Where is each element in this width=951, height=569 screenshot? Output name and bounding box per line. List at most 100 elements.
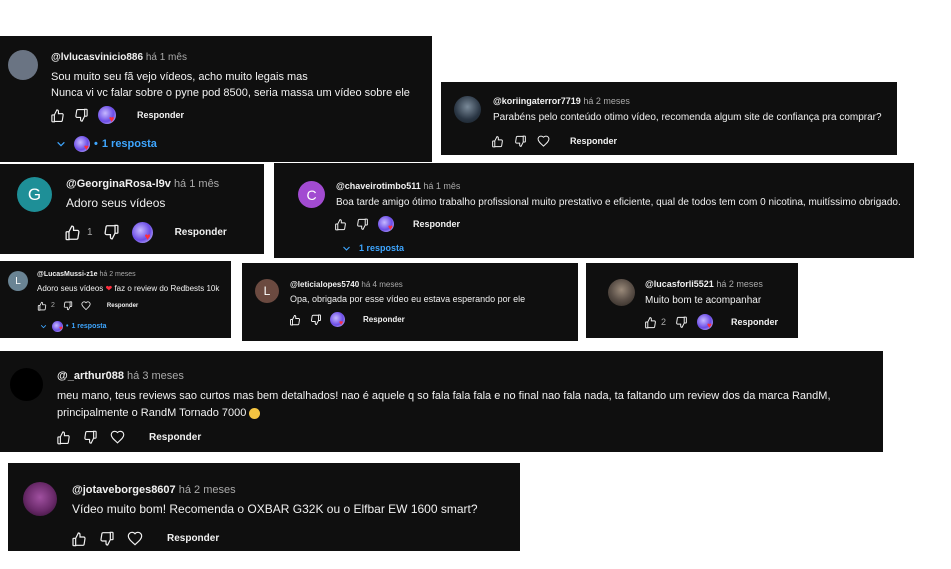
comment-time[interactable]: há 4 meses xyxy=(361,280,402,289)
comment-text: meu mano, teus reviews sao curtos mas be… xyxy=(57,388,831,422)
reply-button[interactable]: Responder xyxy=(137,110,184,120)
thumb-up-icon[interactable] xyxy=(289,314,301,326)
comment-line: Nunca vi vc falar sobre o pyne pod 8500,… xyxy=(51,87,410,99)
comment-line: Sou muito seu fã vejo vídeos, acho muito… xyxy=(51,71,308,83)
replies-count[interactable]: 1 resposta xyxy=(102,138,157,150)
heart-icon[interactable] xyxy=(127,531,143,547)
thumb-down-icon[interactable] xyxy=(99,531,115,547)
heart-icon[interactable] xyxy=(110,430,125,445)
comment-author[interactable]: @chaveirotimbo511 xyxy=(336,181,421,191)
chevron-down-icon xyxy=(40,325,47,329)
replies-count[interactable]: 1 resposta xyxy=(359,243,404,253)
comment-card: @lvlucasvinicio886 há 1 mês Sou muito se… xyxy=(0,36,432,162)
comment-text: Opa, obrigada por esse vídeo eu estava e… xyxy=(290,294,526,304)
thumb-up-icon[interactable] xyxy=(64,224,81,241)
creator-heart-icon: ♥ xyxy=(98,106,116,124)
thumb-up-icon[interactable] xyxy=(56,430,71,445)
avatar[interactable] xyxy=(8,50,38,80)
reply-button[interactable]: Responder xyxy=(413,219,460,229)
comment-card: @lucasforli5521 há 2 meses Muito bom te … xyxy=(586,263,798,338)
thumb-up-icon[interactable] xyxy=(491,135,504,148)
thumb-up-icon[interactable] xyxy=(37,301,47,311)
thumb-up-icon[interactable] xyxy=(334,218,347,231)
comment-actions: ♥ Responder xyxy=(289,312,405,327)
comment-header: @leticialopes5740 há 4 meses xyxy=(290,280,403,289)
replies-count[interactable]: 1 resposta xyxy=(71,323,106,330)
reply-button[interactable]: Responder xyxy=(731,317,778,327)
comment-author[interactable]: @GeorginaRosa-l9v xyxy=(66,178,171,190)
comment-author[interactable]: @jotaveborges8607 xyxy=(72,484,176,496)
heart-icon[interactable] xyxy=(81,300,91,311)
comment-card: C @chaveirotimbo511 há 1 mês Boa tarde a… xyxy=(274,163,914,258)
avatar-letter: C xyxy=(306,186,317,203)
thumb-down-icon[interactable] xyxy=(103,224,120,241)
heart-icon[interactable] xyxy=(537,135,550,148)
thumb-down-icon[interactable] xyxy=(83,430,98,445)
thumb-down-icon[interactable] xyxy=(63,300,73,311)
comment-text: Vídeo muito bom! Recomenda o OXBAR G32K … xyxy=(72,502,478,516)
reply-button[interactable]: Responder xyxy=(175,227,227,238)
view-replies-button[interactable]: 1 resposta xyxy=(342,243,404,253)
comment-card: L @leticialopes5740 há 4 meses Opa, obri… xyxy=(242,263,578,341)
comment-card: G @GeorginaRosa-l9v há 1 mês Adoro seus … xyxy=(0,164,264,254)
thumb-up-icon[interactable] xyxy=(50,108,65,123)
thumb-down-icon[interactable] xyxy=(514,135,527,148)
avatar[interactable] xyxy=(10,368,43,401)
reply-button[interactable]: Responder xyxy=(149,432,201,443)
thumb-up-icon[interactable] xyxy=(644,316,657,329)
avatar[interactable]: L xyxy=(255,279,279,303)
comment-text: Parabéns pelo conteúdo otimo vídeo, reco… xyxy=(493,112,882,123)
view-replies-button[interactable]: ♥ • 1 resposta xyxy=(40,321,106,332)
avatar[interactable]: L xyxy=(8,271,28,291)
avatar[interactable] xyxy=(23,482,57,516)
comment-author[interactable]: @leticialopes5740 xyxy=(290,280,359,289)
comment-header: @GeorginaRosa-l9v há 1 mês xyxy=(66,178,219,190)
comment-card: @_arthur088 há 3 meses meu mano, teus re… xyxy=(0,351,883,452)
avatar[interactable] xyxy=(454,96,481,123)
comment-time[interactable]: há 1 mês xyxy=(174,178,219,190)
comment-author[interactable]: @LucasMussi-z1e xyxy=(37,271,98,278)
like-count: 1 xyxy=(87,226,93,238)
comment-time[interactable]: há 1 mês xyxy=(146,52,187,63)
comment-time[interactable]: há 2 meses xyxy=(179,484,236,496)
creator-heart-icon: ♥ xyxy=(378,216,394,232)
chevron-down-icon xyxy=(343,246,350,251)
comment-actions: Responder xyxy=(491,134,617,148)
comment-line: principalmente o RandM Tornado 7000 xyxy=(57,407,247,419)
comment-header: @koriingaterror7719 há 2 meses xyxy=(493,96,630,106)
comment-author[interactable]: @lucasforli5521 xyxy=(645,279,714,289)
comment-line: faz o review do Redbests 10k xyxy=(114,284,220,293)
avatar-letter: L xyxy=(15,275,21,287)
view-replies-button[interactable]: ♥ • 1 resposta xyxy=(56,136,157,152)
comment-time[interactable]: há 1 mês xyxy=(423,181,460,191)
comment-time[interactable]: há 2 meses xyxy=(99,271,135,278)
thumb-down-icon[interactable] xyxy=(356,218,369,231)
comment-time[interactable]: há 2 meses xyxy=(716,279,763,289)
thumb-down-icon[interactable] xyxy=(310,314,322,326)
comment-text: Adoro seus vídeos ❤ faz o review do Redb… xyxy=(37,284,219,293)
comment-author[interactable]: @lvlucasvinicio886 xyxy=(51,52,143,63)
comment-header: @jotaveborges8607 há 2 meses xyxy=(72,484,236,496)
reply-button[interactable]: Responder xyxy=(363,315,405,324)
comment-author[interactable]: @_arthur088 xyxy=(57,370,124,382)
thumb-down-icon[interactable] xyxy=(74,108,89,123)
avatar[interactable] xyxy=(608,279,635,306)
comment-time[interactable]: há 3 meses xyxy=(127,370,184,382)
comment-line: meu mano, teus reviews sao curtos mas be… xyxy=(57,390,831,402)
thumb-up-icon[interactable] xyxy=(71,531,87,547)
comment-header: @lvlucasvinicio886 há 1 mês xyxy=(51,52,187,63)
comment-time[interactable]: há 2 meses xyxy=(583,96,630,106)
thumb-down-icon[interactable] xyxy=(675,316,688,329)
comment-actions: Responder xyxy=(56,429,201,445)
reply-button[interactable]: Responder xyxy=(107,303,138,309)
comment-card: @koriingaterror7719 há 2 meses Parabéns … xyxy=(441,82,897,155)
avatar[interactable]: C xyxy=(298,181,325,208)
reply-button[interactable]: Responder xyxy=(570,136,617,146)
comment-actions: Responder xyxy=(71,530,219,547)
reply-button[interactable]: Responder xyxy=(167,533,219,544)
like-count: 2 xyxy=(51,302,55,309)
comment-author[interactable]: @koriingaterror7719 xyxy=(493,96,581,106)
comment-header: @_arthur088 há 3 meses xyxy=(57,370,184,382)
avatar[interactable]: G xyxy=(17,177,52,212)
comment-card: L @LucasMussi-z1e há 2 meses Adoro seus … xyxy=(0,261,231,338)
